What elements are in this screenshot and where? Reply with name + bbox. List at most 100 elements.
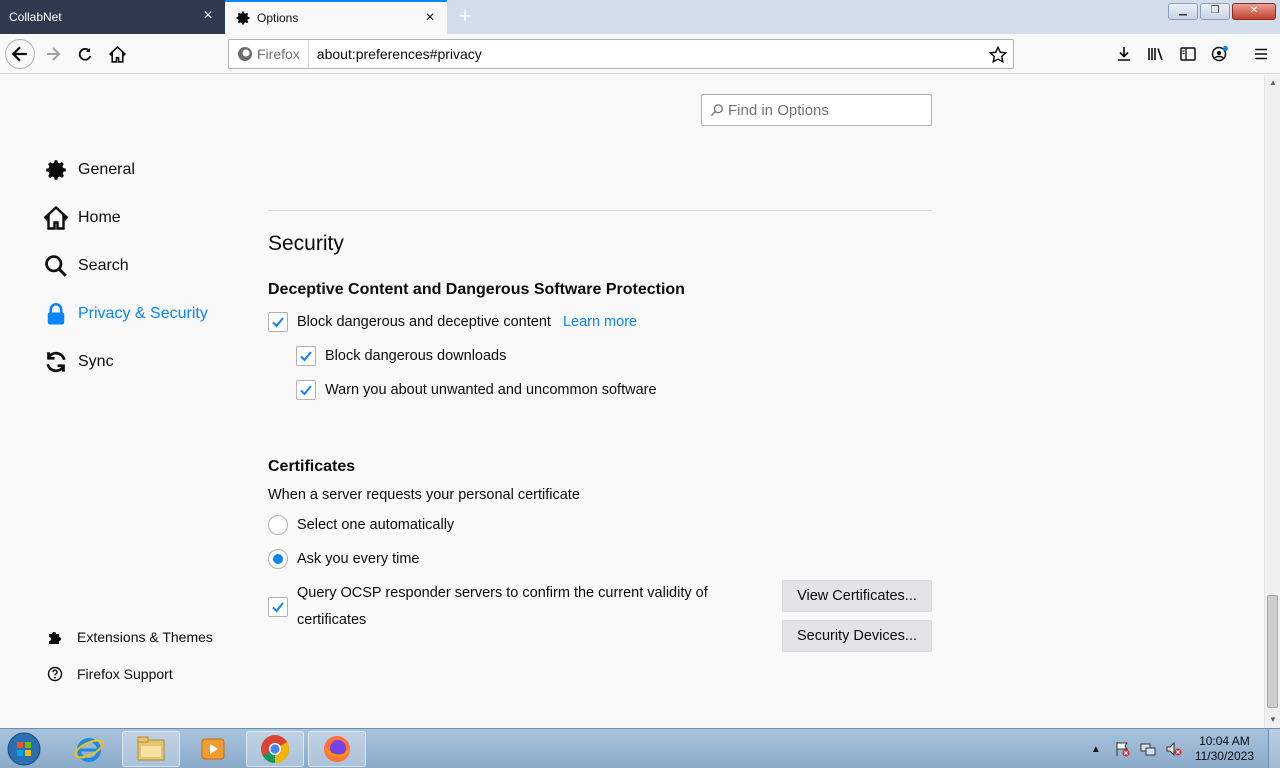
block-deceptive-label[interactable]: Block dangerous and deceptive content [297,314,551,330]
tab-options[interactable]: Options × [225,0,447,34]
sidebar-icon [1180,47,1196,61]
downloads-button[interactable] [1114,44,1134,64]
category-search[interactable]: Search [44,253,129,279]
category-sync[interactable]: Sync [44,349,114,375]
bookmark-star-icon[interactable] [989,46,1007,64]
gear-icon [236,11,250,25]
close-tab-icon[interactable]: × [423,10,437,26]
block-downloads-label[interactable]: Block dangerous downloads [325,348,506,364]
account-button[interactable] [1210,44,1230,64]
library-button[interactable] [1146,44,1166,64]
chrome-taskbar-button[interactable] [246,731,304,767]
warn-unwanted-label[interactable]: Warn you about unwanted and uncommon sof… [325,382,657,398]
home-icon [44,206,68,230]
sidebar-button[interactable] [1178,44,1198,64]
tab-collabnet[interactable]: CollabNet × [0,0,225,34]
home-button[interactable] [102,39,132,69]
taskbar-clock[interactable]: 10:04 AM 11/30/2023 [1195,734,1254,764]
download-icon [1118,47,1130,61]
find-in-options-input[interactable] [728,101,918,119]
category-home[interactable]: Home [44,205,121,231]
certificates-heading: Certificates [268,458,356,475]
media-player-taskbar-button[interactable] [184,731,242,767]
clock-time: 10:04 AM [1199,734,1250,748]
firefox-taskbar-button[interactable] [308,731,366,767]
checkmark-icon [272,317,284,328]
search-icon [45,255,67,277]
category-privacy-security[interactable]: Privacy & Security [44,301,208,327]
ocsp-checkbox[interactable] [268,597,288,617]
close-tab-icon[interactable]: × [201,8,215,24]
menu-button[interactable] [1251,44,1271,64]
block-deceptive-checkbox[interactable] [268,312,288,332]
clock-date: 11/30/2023 [1194,749,1254,763]
lock-icon [47,303,65,325]
scroll-thumb[interactable] [1267,595,1278,708]
search-icon [710,104,723,117]
scroll-down-arrow-icon[interactable]: ▼ [1265,712,1280,728]
category-general[interactable]: General [44,157,135,183]
ocsp-label[interactable]: Query OCSP responder servers to confirm … [297,580,737,634]
scroll-up-arrow-icon[interactable]: ▲ [1265,75,1280,91]
checkmark-icon [300,385,312,396]
section-divider [268,210,932,211]
select-auto-label[interactable]: Select one automatically [297,517,454,533]
library-icon [1148,48,1163,61]
windows-start-icon [7,732,41,766]
navigation-toolbar: Firefox about:preferences#privacy [0,34,1280,74]
tab-title: Options [257,11,299,25]
volume-muted-icon[interactable] [1165,740,1183,758]
url-text[interactable]: about:preferences#privacy [309,46,482,62]
chrome-icon [261,735,289,763]
block-downloads-checkbox[interactable] [296,346,316,366]
internet-explorer-icon [74,738,104,762]
footer-label: Extensions & Themes [77,629,213,645]
file-explorer-icon [137,736,165,761]
internet-explorer-taskbar-button[interactable] [60,731,118,767]
hamburger-menu-icon [1255,48,1267,60]
reload-button[interactable] [70,39,100,69]
account-icon [1211,46,1228,62]
ocsp-row: Query OCSP responder servers to confirm … [268,580,737,634]
reload-icon [78,48,92,61]
learn-more-link[interactable]: Learn more [563,314,637,330]
page-scrollbar[interactable]: ▲ ▼ [1264,75,1280,728]
close-window-button[interactable]: ✕ [1232,3,1276,20]
identity-box[interactable]: Firefox [229,40,309,68]
windows-taskbar: ▲ 10:04 AM 11/30/2023 [0,728,1280,768]
checkmark-icon [300,351,312,362]
action-center-flag-icon[interactable] [1113,740,1131,758]
url-bar[interactable]: Firefox about:preferences#privacy [228,39,1014,69]
radio-selected-dot [273,554,283,564]
start-button[interactable] [4,731,48,767]
system-tray: ▲ 10:04 AM 11/30/2023 [1087,729,1280,768]
category-label: Sync [78,353,114,370]
sync-icon [46,351,66,373]
select-auto-row: Select one automatically [268,515,454,535]
firefox-icon [324,736,350,762]
minimize-button[interactable]: ▁ [1168,3,1198,20]
select-auto-radio[interactable] [268,515,288,535]
restore-button[interactable]: ❐ [1200,3,1230,20]
puzzle-icon [49,632,61,644]
category-label: General [78,161,135,178]
find-in-options[interactable] [701,94,932,126]
view-certificates-button[interactable]: View Certificates... [782,580,932,612]
back-button[interactable] [5,39,35,69]
certificates-description: When a server requests your personal cer… [268,487,580,503]
new-tab-button[interactable]: + [455,5,475,27]
ask-every-time-radio[interactable] [268,549,288,569]
firefox-support-link[interactable]: Firefox Support [47,666,173,682]
security-devices-button[interactable]: Security Devices... [782,620,932,652]
ask-every-time-label[interactable]: Ask you every time [297,551,420,567]
network-icon[interactable] [1139,740,1157,758]
category-label: Search [78,257,129,274]
extensions-themes-link[interactable]: Extensions & Themes [47,629,213,645]
warn-unwanted-row: Warn you about unwanted and uncommon sof… [296,380,657,400]
show-desktop-button[interactable] [1268,729,1280,768]
file-explorer-taskbar-button[interactable] [122,731,180,767]
show-hidden-icons-button[interactable]: ▲ [1087,740,1105,758]
warn-unwanted-checkbox[interactable] [296,380,316,400]
help-icon [47,666,63,682]
forward-button[interactable] [38,39,68,69]
